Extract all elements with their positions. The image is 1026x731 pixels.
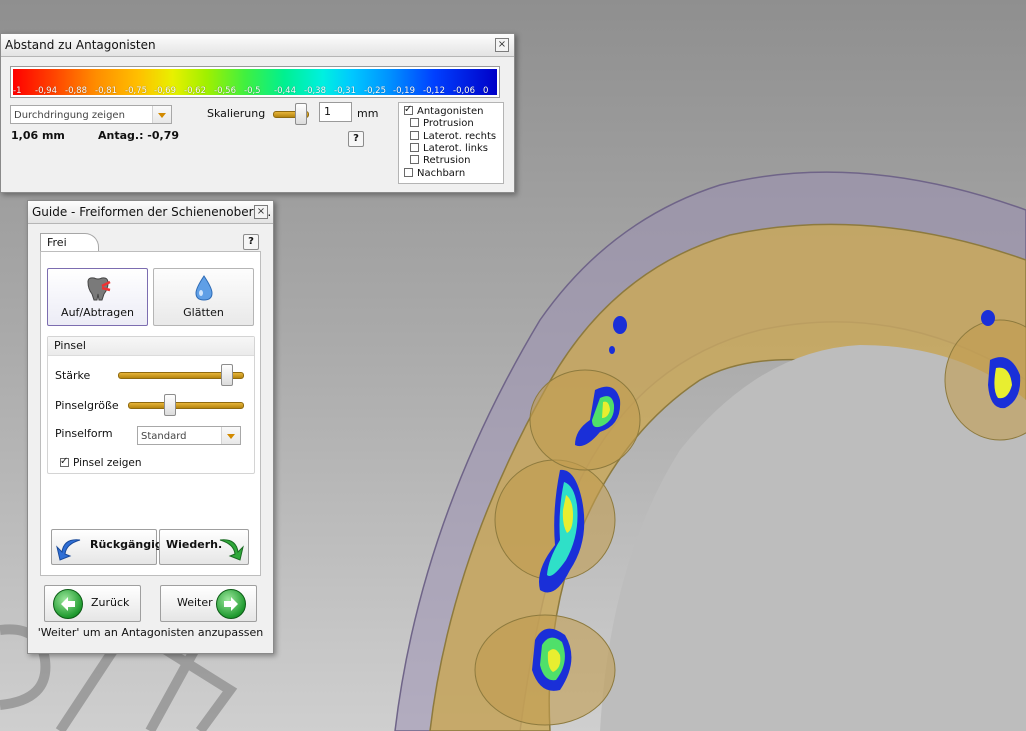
scale-label: -0,25 [364,86,386,96]
scale-label: -0,5 [244,86,261,96]
checkbox-label: Retrusion [423,155,471,167]
brush-size-slider[interactable] [128,402,244,409]
guide-window-titlebar[interactable]: Guide - Freiformen der Schienenobers... … [28,201,273,224]
close-icon[interactable]: × [254,205,268,219]
next-button[interactable]: Weiter [160,585,257,622]
scale-label: -0,38 [304,86,326,96]
chevron-down-icon[interactable] [221,427,240,444]
scale-label: -0,31 [334,86,356,96]
distance-value: 1,06 mm [11,129,65,142]
antagonist-checkbox-row[interactable]: Laterot. rechts [410,130,497,143]
color-scale-labels: -1 -0,94 -0,88 -0,81 -0,75 -0,69 -0,62 -0,56 -0,… [13,86,497,96]
scale-label: -1 [13,86,22,96]
scale-label: -0,44 [274,86,296,96]
antagonist-checkbox-row[interactable]: Retrusion [410,155,470,167]
redo-label: Wiederh. [166,538,223,551]
tab-frei[interactable]: Frei [40,233,84,251]
next-label: Weiter [177,596,213,609]
help-icon[interactable]: ? [348,131,364,147]
color-scale: -1 -0,94 -0,88 -0,81 -0,75 -0,69 -0,62 -0,56 -0,… [10,66,500,98]
checkbox-label: Laterot. rechts [423,130,497,142]
brush-group-header: Pinsel [48,337,254,356]
antagonist-checkbox-panel: AntagonistenProtrusionLaterot. rechtsLat… [398,102,504,184]
strength-slider-thumb[interactable] [220,364,233,386]
skalierung-label: Skalierung [207,107,266,120]
distance-window: Abstand zu Antagonisten × -1 -0,94 -0,88 -0… [0,33,515,193]
antagonist-checkbox-row[interactable]: Nachbarn [404,167,466,180]
scale-label: -0,88 [65,86,87,96]
show-brush-label: Pinsel zeigen [73,457,142,469]
antag-value: Antag.: -0,79 [98,129,180,142]
tooth-drill-icon [87,277,111,301]
guide-footer-message: 'Weiter' um an Antagonisten anzupassen [37,626,264,639]
back-label: Zurück [91,596,130,609]
smooth-tool-label: Glätten [183,306,224,319]
brush-size-slider-thumb[interactable] [164,394,177,416]
redo-arrow-icon [219,539,244,561]
scale-label: -0,62 [184,86,206,96]
mode-select-value: Durchdringung zeigen [14,110,125,121]
tab-strip: Frei [38,231,263,251]
antagonist-checkbox-row[interactable]: Protrusion [410,118,474,130]
scale-label: -0,94 [35,86,57,96]
scale-label: -0,69 [154,86,176,96]
antagonist-checkbox-row[interactable]: Laterot. links [410,142,488,155]
mode-select[interactable]: Durchdringung zeigen [10,105,172,124]
arrow-left-icon [53,589,83,619]
checkbox-icon[interactable] [410,155,419,165]
scale-label: 0 [483,86,489,96]
checkbox-label: Laterot. links [423,142,488,154]
distance-window-titlebar[interactable]: Abstand zu Antagonisten × [1,34,514,57]
tool-panel: Auf/Abtragen Glätten Pinsel Stärke Pinse… [40,251,261,576]
checkbox-label: Nachbarn [417,167,466,179]
brush-shape-select[interactable]: Standard [137,426,241,445]
help-icon[interactable]: ? [243,234,259,250]
scale-label: -0,06 [453,86,475,96]
brush-group: Pinsel Stärke Pinselgröße Pinselform Sta… [47,336,255,474]
water-drop-icon [195,275,213,301]
guide-window-title: Guide - Freiformen der Schienenobers... [32,205,272,219]
scale-label: -0,81 [95,86,117,96]
close-icon[interactable]: × [495,38,509,52]
undo-arrow-icon [56,539,81,561]
smooth-tool-button[interactable]: Glätten [153,268,254,326]
checkbox-icon[interactable] [410,118,419,128]
brush-shape-label: Pinselform [55,427,113,440]
tab-tail [82,233,99,251]
checkbox-label: Antagonisten [417,106,484,117]
arrow-right-icon [216,589,246,619]
brush-size-label: Pinselgröße [55,399,119,412]
show-brush-checkbox[interactable]: Pinsel zeigen [60,456,142,469]
checkbox-icon[interactable] [404,104,413,116]
skalierung-unit: mm [357,107,379,120]
distance-window-title: Abstand zu Antagonisten [5,38,156,52]
chevron-down-icon[interactable] [152,106,171,123]
add-remove-tool-button[interactable]: Auf/Abtragen [47,268,148,326]
checkbox-icon[interactable] [410,130,419,140]
undo-button[interactable]: Rückgängig [51,529,163,565]
scale-label: -0,75 [125,86,147,96]
scale-label: -0,56 [214,86,236,96]
add-remove-tool-label: Auf/Abtragen [61,306,134,319]
scale-label: -0,12 [423,86,445,96]
scale-label: -0,19 [393,86,415,96]
checkbox-icon[interactable] [410,142,419,152]
guide-window: Guide - Freiformen der Schienenobers... … [27,200,274,654]
undo-label: Rückgängig [90,538,163,551]
brush-shape-value: Standard [141,431,187,442]
checkbox-label: Protrusion [423,118,474,130]
strength-label: Stärke [55,369,91,382]
redo-button[interactable]: Wiederh. [159,529,249,565]
back-button[interactable]: Zurück [44,585,141,622]
checkbox-icon[interactable] [60,456,69,467]
checkbox-icon[interactable] [404,167,413,177]
antagonist-checkbox-row[interactable]: Antagonisten [404,104,484,118]
skalierung-slider-thumb[interactable] [294,103,307,125]
skalierung-input[interactable]: 1 [319,102,352,122]
